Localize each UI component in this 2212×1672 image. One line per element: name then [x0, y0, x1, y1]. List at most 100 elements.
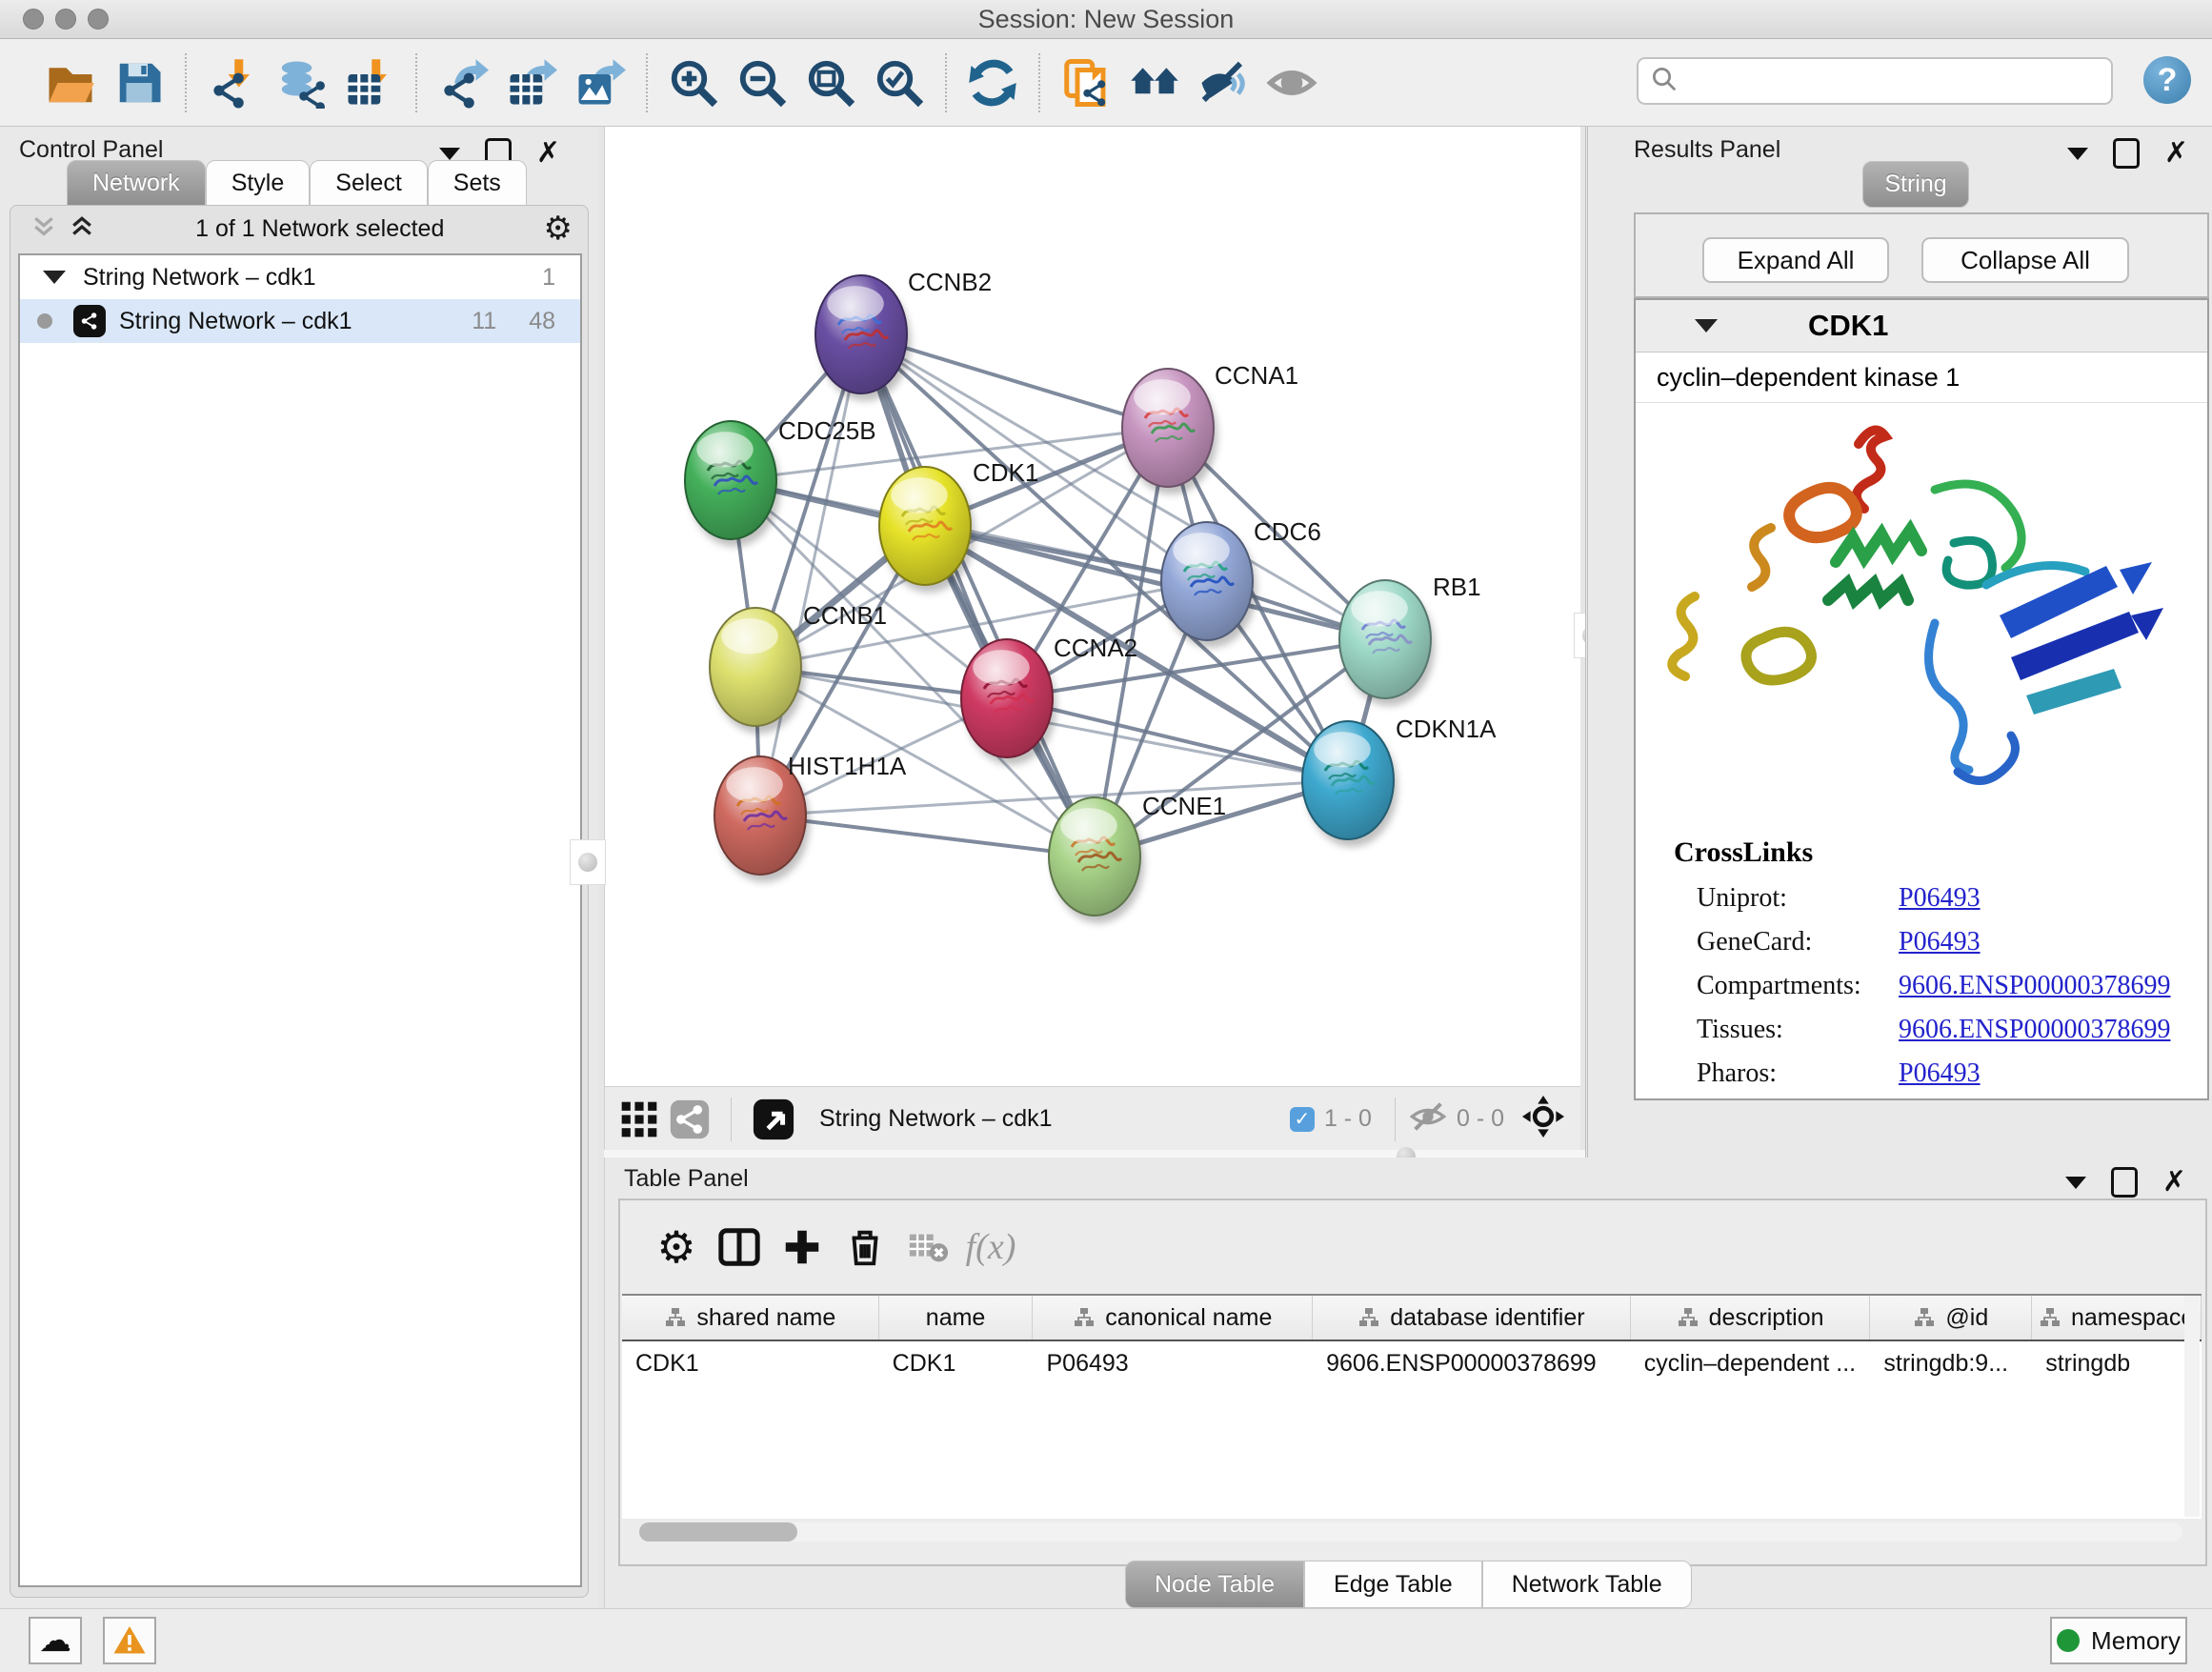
network-selected-status: 1 of 1 Network selected	[96, 215, 544, 243]
tab-style[interactable]: Style	[206, 160, 311, 207]
table-cell[interactable]: cyclin–dependent ...	[1631, 1341, 1871, 1385]
node-RB1[interactable]: RB1	[1339, 573, 1481, 706]
detach-view-icon[interactable]	[752, 1092, 795, 1147]
import-table-icon[interactable]	[342, 55, 397, 111]
node-HIST1H1A[interactable]: HIST1H1A	[714, 752, 907, 882]
network-collection-row[interactable]: String Network – cdk1 1	[20, 255, 580, 299]
share-view-icon[interactable]	[669, 1092, 711, 1147]
table-tabs: Node TableEdge TableNetwork Table	[1125, 1561, 1692, 1608]
panel-float-icon[interactable]	[439, 148, 460, 160]
node-CCNB2[interactable]: CCNB2	[815, 268, 992, 401]
function-builder-icon[interactable]: f(x)	[959, 1219, 1022, 1276]
fit-selected-icon[interactable]	[1521, 1095, 1565, 1143]
network-canvas[interactable]: CCNB2 CCNA1 CDC25B CDK1 CDC6 RB1 CCNB1 C…	[605, 127, 1580, 1086]
crosslink-label: Compartments:	[1697, 971, 1899, 1001]
table-cell[interactable]: stringdb	[2032, 1341, 2202, 1385]
node-label-CCNA2: CCNA2	[1054, 634, 1137, 662]
panel-maximize-icon[interactable]	[2113, 138, 2140, 169]
node-CCNA2[interactable]: CCNA2	[961, 634, 1137, 765]
warning-icon[interactable]	[103, 1617, 156, 1664]
table-cell[interactable]: 9606.ENSP00000378699	[1313, 1341, 1631, 1385]
hide-selected-icon[interactable]	[1196, 55, 1251, 111]
export-table-icon[interactable]	[504, 55, 559, 111]
cloud-icon[interactable]: ☁	[29, 1617, 82, 1664]
edge-HIST1H1A-CCNE1[interactable]	[760, 816, 1095, 856]
help-icon[interactable]: ?	[2143, 56, 2191, 104]
delete-table-icon[interactable]	[896, 1219, 959, 1276]
table-vertical-scrollbar[interactable]	[2184, 1296, 2200, 1517]
save-session-icon[interactable]	[111, 55, 167, 111]
column-header--id[interactable]: @id	[1870, 1296, 2032, 1340]
collection-expand-caret[interactable]	[43, 271, 66, 284]
node-CCNA1[interactable]: CCNA1	[1122, 361, 1298, 494]
crosslink-link[interactable]: P06493	[1899, 1058, 1981, 1089]
column-header-namespace[interactable]: namespace	[2032, 1296, 2202, 1340]
expand-all-button[interactable]: Expand All	[1702, 237, 1889, 283]
gear-icon[interactable]: ⚙	[544, 210, 573, 248]
node-CDK1[interactable]: CDK1	[879, 458, 1038, 593]
trash-icon[interactable]	[834, 1219, 896, 1276]
collapse-all-button[interactable]: Collapse All	[1921, 237, 2129, 283]
column-header-description[interactable]: description	[1631, 1296, 1871, 1340]
table-cell[interactable]: CDK1	[879, 1341, 1034, 1385]
refresh-icon[interactable]	[965, 55, 1020, 111]
export-image-icon[interactable]	[573, 55, 628, 111]
tab-string[interactable]: String	[1862, 161, 1969, 208]
table-horizontal-scrollbar[interactable]	[639, 1522, 2182, 1541]
column-header-name[interactable]: name	[879, 1296, 1034, 1340]
column-header-shared-name[interactable]: shared name	[622, 1296, 879, 1340]
zoom-in-icon[interactable]	[666, 55, 721, 111]
tab-network-table[interactable]: Network Table	[1482, 1561, 1692, 1608]
search-input[interactable]	[1686, 67, 2111, 95]
table-row[interactable]: CDK1CDK1P064939606.ENSP00000378699cyclin…	[622, 1341, 2202, 1385]
zoom-selected-icon[interactable]	[872, 55, 927, 111]
panel-close-icon[interactable]: ✗	[2164, 139, 2188, 168]
show-all-icon[interactable]	[1264, 55, 1319, 111]
column-header-canonical-name[interactable]: canonical name	[1033, 1296, 1313, 1340]
memory-button[interactable]: Memory	[2050, 1617, 2187, 1664]
panel-float-icon[interactable]	[2067, 148, 2088, 160]
gene-section-header[interactable]: CDK1	[1636, 300, 2207, 353]
tab-edge-table[interactable]: Edge Table	[1304, 1561, 1482, 1608]
expand-all-icon[interactable]	[68, 212, 96, 246]
edge-CCNB2-HIST1H1A[interactable]	[760, 334, 861, 816]
columns-icon[interactable]	[708, 1219, 771, 1276]
crosslink-link[interactable]: P06493	[1899, 883, 1981, 914]
table-cell[interactable]: stringdb:9...	[1870, 1341, 2032, 1385]
tab-network[interactable]: Network	[67, 160, 206, 207]
crosslink-link[interactable]: 9606.ENSP00000378699	[1899, 1015, 2170, 1045]
node-CCNB1[interactable]: CCNB1	[710, 601, 887, 734]
network-row[interactable]: String Network – cdk1 11 48	[20, 299, 580, 343]
gear-icon[interactable]: ⚙	[645, 1219, 708, 1276]
collapse-all-icon[interactable]	[30, 212, 58, 246]
table-cell[interactable]: P06493	[1033, 1341, 1313, 1385]
grid-view-icon[interactable]	[618, 1092, 660, 1147]
zoom-fit-icon[interactable]	[803, 55, 858, 111]
node-CDC6[interactable]: CDC6	[1161, 517, 1321, 648]
export-network-icon[interactable]	[435, 55, 491, 111]
crosslink-link[interactable]: 9606.ENSP00000378699	[1899, 971, 2170, 1001]
import-network-icon[interactable]	[205, 55, 260, 111]
column-header-database-identifier[interactable]: database identifier	[1313, 1296, 1631, 1340]
panel-maximize-icon[interactable]	[2111, 1167, 2138, 1198]
tab-node-table[interactable]: Node Table	[1125, 1561, 1304, 1608]
table-cell[interactable]: CDK1	[622, 1341, 879, 1385]
panel-float-icon[interactable]	[2065, 1177, 2086, 1189]
panel-close-icon[interactable]: ✗	[2162, 1168, 2186, 1197]
node-CCNE1[interactable]: CCNE1	[1049, 792, 1226, 923]
tab-select[interactable]: Select	[310, 160, 427, 207]
zoom-out-icon[interactable]	[734, 55, 790, 111]
tab-sets[interactable]: Sets	[428, 160, 527, 207]
node-CDC25B[interactable]: CDC25B	[685, 416, 876, 547]
import-database-icon[interactable]	[273, 55, 329, 111]
first-neighbors-icon[interactable]	[1127, 55, 1182, 111]
add-column-icon[interactable]	[771, 1219, 834, 1276]
section-collapse-caret[interactable]	[1695, 319, 1718, 332]
panel-close-icon[interactable]: ✗	[536, 139, 560, 168]
selected-checkbox[interactable]: ✓	[1290, 1107, 1315, 1132]
node-CDKN1A[interactable]: CDKN1A	[1302, 715, 1497, 847]
crosslink-link[interactable]: P06493	[1899, 927, 1981, 957]
open-file-icon[interactable]	[43, 55, 98, 111]
clone-network-icon[interactable]	[1058, 55, 1114, 111]
left-splitter-handle[interactable]	[570, 839, 606, 885]
